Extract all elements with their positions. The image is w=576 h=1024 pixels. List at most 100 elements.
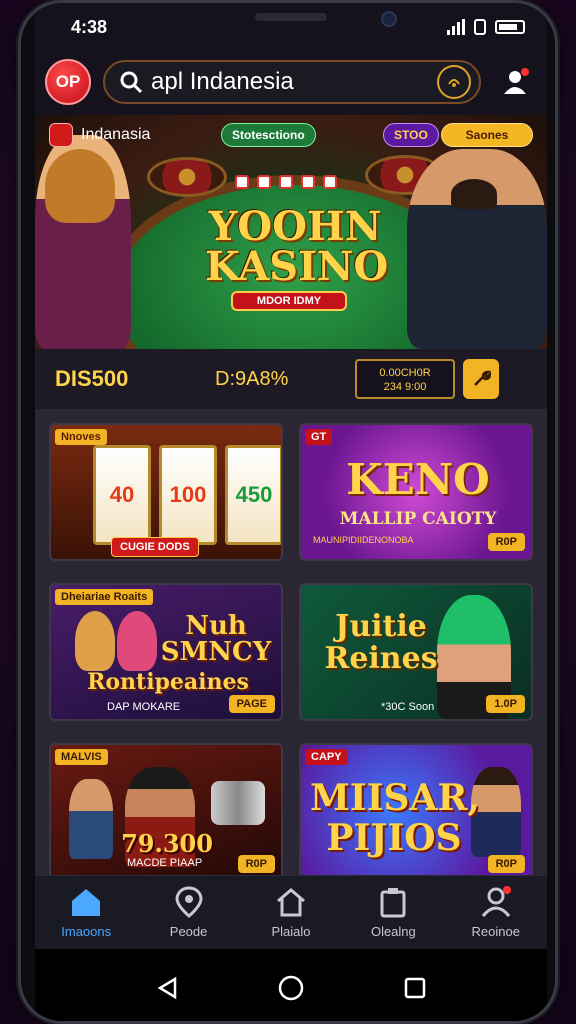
clipboard-icon bbox=[380, 888, 406, 918]
balance-left: DIS500 bbox=[55, 366, 129, 391]
dealer-man-illustration bbox=[407, 149, 547, 349]
hero-tag-green[interactable]: Stotesctiono bbox=[221, 123, 316, 147]
game-caption: MAUNIPIDIIDENONOBA bbox=[313, 535, 414, 545]
home-button[interactable] bbox=[276, 973, 306, 1003]
game-badge[interactable]: R0P bbox=[487, 533, 525, 551]
hero-brand-label: Indanasia bbox=[81, 126, 151, 143]
sim-icon bbox=[474, 19, 486, 35]
nav-item-home[interactable]: Imaoons bbox=[38, 886, 134, 939]
games-grid: Nnoves 40 100 450 CUGIE DODS GT KENO MAL… bbox=[35, 409, 547, 875]
game-card-keno[interactable]: GT KENO MALLIP CAIOTY MAUNIPIDIIDENONOBA… bbox=[299, 423, 533, 561]
hero-tag-purple[interactable]: STOO bbox=[383, 123, 439, 147]
recents-button[interactable] bbox=[400, 973, 430, 1003]
nav-item-olealng[interactable]: Olealng bbox=[345, 886, 441, 939]
game-badge[interactable]: R0P bbox=[237, 855, 275, 873]
game-caption: DAP MOKARE bbox=[107, 701, 181, 713]
character-illustration bbox=[75, 611, 115, 671]
status-bar: 4:38 bbox=[35, 3, 547, 51]
back-button[interactable] bbox=[152, 973, 182, 1003]
money-roll-illustration bbox=[211, 781, 265, 825]
game-title: KENO bbox=[346, 455, 490, 504]
nav-item-reoinoe[interactable]: Reoinoe bbox=[448, 886, 544, 939]
location-pin-icon bbox=[175, 886, 203, 918]
user-icon bbox=[481, 886, 511, 917]
signal-icon bbox=[447, 19, 465, 35]
recents-square-icon bbox=[404, 977, 426, 999]
game-title-line2: Reines bbox=[324, 641, 438, 676]
hero-brand: Indanasia bbox=[49, 123, 150, 147]
balance-box-line1: 0.00CH0R bbox=[379, 367, 431, 379]
hero-title-line2: KASINO bbox=[205, 243, 389, 290]
home-icon bbox=[72, 889, 101, 916]
reel-value: 40 bbox=[109, 482, 135, 507]
game-card-slots[interactable]: Nnoves 40 100 450 CUGIE DODS bbox=[49, 423, 283, 561]
balance-middle: D:9A8% bbox=[215, 367, 289, 390]
phone-frame: 4:38 OP apl Indanesia Indanasia Stotesct… bbox=[18, 0, 558, 1024]
slot-reel: 100 bbox=[159, 445, 217, 545]
nav-item-plaialo[interactable]: Plaialo bbox=[243, 886, 339, 939]
speaker-notch bbox=[255, 13, 327, 21]
nav-label: Olealng bbox=[370, 924, 416, 939]
game-title: 79.300 bbox=[121, 829, 213, 858]
game-badge[interactable]: R0P bbox=[487, 855, 525, 873]
game-tag: GT bbox=[305, 429, 333, 445]
dealer-woman-illustration bbox=[35, 135, 131, 349]
search-icon bbox=[120, 71, 143, 94]
game-card-juitie[interactable]: Juitie Reines *30C Soon 1.0P bbox=[299, 583, 533, 721]
game-tag: Nnoves bbox=[55, 429, 107, 445]
bottom-nav: Imaoons Peode Plaialo Olealng Reoinoe bbox=[35, 875, 547, 949]
reel-value: 450 bbox=[235, 482, 273, 507]
logo-text: OP bbox=[55, 72, 81, 91]
game-tag: Dheiariae Roaits bbox=[55, 589, 154, 605]
game-badge[interactable]: PAGE bbox=[228, 695, 275, 713]
wrench-icon[interactable] bbox=[463, 359, 499, 399]
game-caption: *30C Soon bbox=[381, 701, 435, 713]
balance-strip: DIS500 D:9A8% 0.00CH0R 234 9:00 bbox=[35, 349, 547, 409]
nav-label: Imaoons bbox=[61, 924, 112, 939]
hero-banner[interactable]: Indanasia Stotesctiono STOO Saones YOOHN… bbox=[35, 115, 547, 349]
game-title-line2: SMNCY bbox=[160, 637, 272, 667]
nav-label: Peode bbox=[169, 924, 208, 939]
search-input[interactable]: apl Indanesia bbox=[151, 68, 429, 96]
game-caption: MACDE PIAAP bbox=[127, 857, 203, 869]
nav-label: Plaialo bbox=[271, 924, 311, 939]
app-bar: OP apl Indanesia bbox=[35, 51, 547, 113]
game-badge[interactable]: 1.0P bbox=[486, 695, 525, 713]
slot-reel: 40 bbox=[93, 445, 151, 545]
status-icons bbox=[447, 19, 525, 35]
game-tag: MALVIS bbox=[55, 749, 108, 765]
game-subtitle: MALLIP CAIOTY bbox=[339, 509, 497, 529]
dice-illustration bbox=[235, 175, 337, 189]
game-title-line3: Rontipeaines bbox=[87, 669, 249, 695]
nav-label: Reoinoe bbox=[471, 924, 520, 939]
hero-cta-button[interactable]: MDOR IDMY bbox=[231, 291, 347, 311]
camera-icon bbox=[381, 11, 397, 27]
notification-dot bbox=[521, 68, 529, 76]
brand-logo-icon bbox=[49, 123, 73, 147]
voice-search-icon[interactable] bbox=[437, 65, 471, 99]
hero-title-line1: YOOHN bbox=[208, 203, 382, 250]
game-title-line1: Juitie bbox=[335, 609, 427, 644]
balance-box[interactable]: 0.00CH0R 234 9:00 bbox=[355, 359, 455, 399]
slot-reel: 450 bbox=[225, 445, 281, 545]
account-button[interactable] bbox=[493, 60, 537, 104]
game-card-misar[interactable]: CAPY MIISAR, PIJIOS R0P bbox=[299, 743, 533, 875]
status-time: 4:38 bbox=[71, 16, 108, 37]
game-card-romance[interactable]: Dheiariae Roaits Nuh SMNCY Rontipeaines … bbox=[49, 583, 283, 721]
game-title-line1: MIISAR, bbox=[310, 777, 480, 819]
app-logo[interactable]: OP bbox=[45, 59, 91, 105]
screen: 4:38 OP apl Indanesia Indanasia Stotesct… bbox=[35, 3, 547, 1021]
nav-item-peode[interactable]: Peode bbox=[141, 886, 237, 939]
game-card-cash[interactable]: MALVIS 79.300 MACDE PIAAP R0P bbox=[49, 743, 283, 875]
balance-box-line2: 234 9:00 bbox=[383, 381, 427, 393]
game-title-line2: PIJIOS bbox=[326, 817, 462, 859]
game-tag: CAPY bbox=[305, 749, 348, 765]
system-nav-bar bbox=[35, 949, 547, 1021]
back-triangle-icon bbox=[157, 976, 177, 1000]
game-badge[interactable]: CUGIE DODS bbox=[111, 537, 199, 557]
search-bar[interactable]: apl Indanesia bbox=[103, 60, 481, 104]
hero-tag-gold[interactable]: Saones bbox=[441, 123, 533, 147]
hero-title: YOOHN KASINO bbox=[205, 203, 389, 290]
home-circle-icon bbox=[278, 975, 304, 1001]
battery-icon bbox=[495, 20, 525, 34]
